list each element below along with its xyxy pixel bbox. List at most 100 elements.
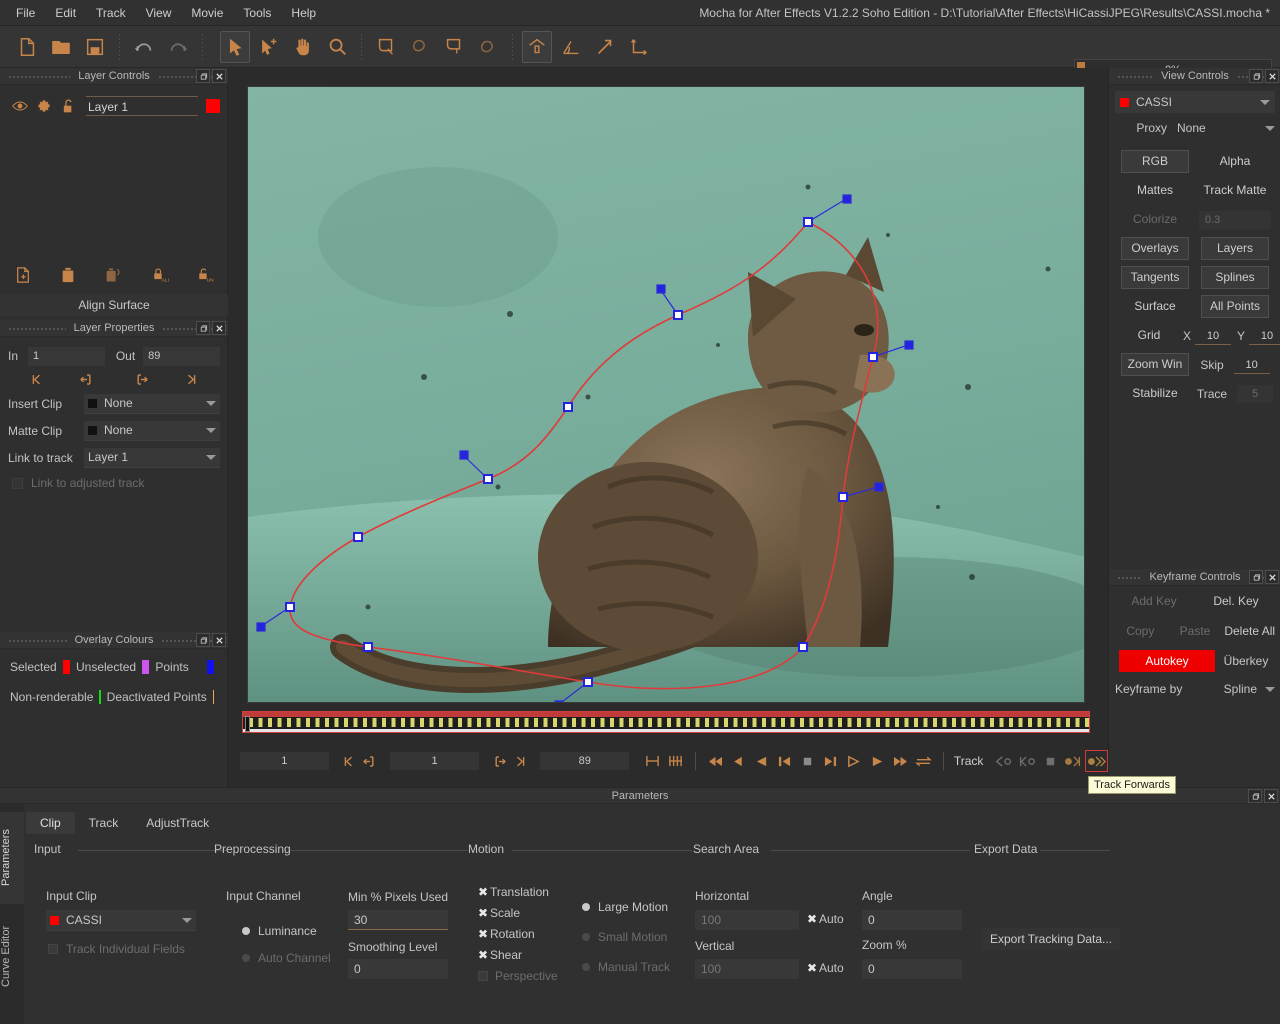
maximize-icon[interactable] (1248, 789, 1262, 803)
tracking-spline[interactable] (289, 220, 879, 690)
add-layer-icon[interactable] (0, 263, 46, 287)
grid-button[interactable]: Grid (1115, 324, 1183, 347)
link-to-adjusted-track-row[interactable]: Link to adjusted track (0, 471, 228, 495)
stop-tracking-icon[interactable] (1039, 750, 1062, 772)
redo-icon[interactable] (163, 31, 193, 63)
scale-check-row[interactable]: ✖ Scale (476, 906, 520, 920)
zoom-tool-icon[interactable] (322, 31, 352, 63)
add-xspline-icon[interactable] (405, 31, 435, 63)
manual-track-radio[interactable] (582, 963, 590, 971)
track-forwards-one-icon[interactable] (1062, 750, 1085, 772)
vtab-curve-editor[interactable]: Curve Editor (0, 908, 24, 1004)
layers-button[interactable]: Layers (1201, 237, 1269, 260)
del-key-button[interactable]: Del. Key (1195, 594, 1277, 608)
menu-edit[interactable]: Edit (45, 0, 86, 26)
small-motion-radio-row[interactable]: Small Motion (582, 930, 667, 944)
track-backwards-one-icon[interactable] (992, 750, 1015, 772)
all-points-button[interactable]: All Points (1201, 295, 1269, 318)
set-in-point-icon[interactable] (62, 368, 114, 390)
play-icon[interactable] (866, 750, 889, 772)
uberkey-button[interactable]: Überkey (1215, 654, 1277, 668)
surface-button[interactable]: Surface (1121, 295, 1189, 318)
loop-icon[interactable] (912, 750, 935, 772)
splines-button[interactable]: Splines (1201, 266, 1269, 289)
colorize-button[interactable]: Colorize (1121, 208, 1189, 231)
close-icon[interactable] (212, 69, 226, 83)
keyframe-by-value[interactable]: Spline (1224, 682, 1257, 696)
tab-track[interactable]: Track (75, 812, 133, 834)
fit-range-icon[interactable] (641, 750, 664, 772)
chevron-down-icon[interactable] (1265, 125, 1275, 131)
luminance-radio[interactable] (242, 927, 250, 935)
overlays-button[interactable]: Overlays (1121, 237, 1189, 260)
in-field[interactable]: 1 (28, 346, 105, 366)
out-frame-field[interactable]: 89 (540, 752, 630, 770)
stop-icon[interactable] (796, 750, 819, 772)
perspective-checkbox[interactable] (478, 971, 488, 981)
add-key-button[interactable]: Add Key (1113, 594, 1195, 608)
view-clip-dropdown[interactable]: CASSI (1115, 91, 1275, 113)
delete-layer-icon[interactable] (46, 263, 92, 287)
maximize-icon[interactable] (1249, 570, 1263, 584)
layer-name-field[interactable]: Layer 1 (86, 96, 198, 116)
timeline-ruler[interactable] (242, 711, 1090, 733)
timeline-playhead[interactable] (245, 716, 250, 732)
set-in-point-icon[interactable] (359, 750, 382, 772)
maximize-icon[interactable] (196, 321, 210, 335)
play-reverse-icon[interactable] (842, 750, 865, 772)
stabilize-button[interactable]: Stabilize (1121, 382, 1189, 405)
vertical-field[interactable]: 100 (695, 959, 799, 979)
spline-overlay[interactable] (248, 87, 1085, 703)
align-surface-axis-icon[interactable] (624, 31, 654, 63)
horizontal-auto-row[interactable]: ✖ Auto (805, 912, 844, 926)
grid-y-field[interactable]: 10 (1249, 327, 1280, 345)
alpha-button[interactable]: Alpha (1201, 150, 1269, 173)
go-to-start-icon[interactable] (704, 750, 727, 772)
small-motion-radio[interactable] (582, 933, 590, 941)
timeline-range-bar[interactable] (243, 712, 1089, 717)
mattes-button[interactable]: Mattes (1121, 179, 1189, 202)
min-pixels-field[interactable]: 30 (348, 910, 448, 930)
perspective-check-row[interactable]: Perspective (476, 969, 558, 983)
skip-field[interactable]: 10 (1233, 356, 1270, 374)
manual-track-radio-row[interactable]: Manual Track (582, 960, 670, 974)
visibility-eye-icon[interactable] (8, 100, 32, 112)
large-motion-radio-row[interactable]: Large Motion (582, 900, 668, 914)
insert-clip-dropdown[interactable]: None (84, 393, 220, 414)
input-clip-dropdown[interactable]: CASSI (46, 910, 196, 931)
set-out-point-icon[interactable] (114, 368, 166, 390)
show-grid-icon[interactable] (556, 31, 586, 63)
save-project-icon[interactable] (80, 31, 110, 63)
luminance-radio-row[interactable]: Luminance (242, 924, 317, 938)
proxy-value[interactable]: None (1177, 121, 1265, 135)
fast-forward-icon[interactable] (889, 750, 912, 772)
lock-open-icon[interactable] (56, 99, 80, 114)
create-xspline-layer-icon[interactable] (371, 31, 401, 63)
close-icon[interactable] (212, 321, 226, 335)
set-out-point-icon[interactable] (487, 750, 510, 772)
lock-all-layers-icon[interactable]: ALL (137, 263, 183, 287)
vertical-auto-row[interactable]: ✖ Auto (805, 961, 844, 975)
close-icon[interactable] (1264, 789, 1278, 803)
layer-colour-swatch[interactable] (206, 99, 220, 113)
autokey-button[interactable]: Autokey (1119, 650, 1215, 672)
open-project-icon[interactable] (46, 31, 76, 63)
export-tracking-data-button[interactable]: Export Tracking Data... (982, 928, 1121, 950)
link-to-adjusted-track-checkbox[interactable] (12, 477, 23, 489)
zoom-win-button[interactable]: Zoom Win (1121, 353, 1189, 376)
fit-all-range-icon[interactable] (664, 750, 687, 772)
delete-all-button[interactable]: Delete All (1222, 624, 1277, 638)
close-icon[interactable] (1265, 570, 1279, 584)
menu-tools[interactable]: Tools (233, 0, 281, 26)
settings-gear-icon[interactable] (32, 99, 56, 113)
step-back-icon[interactable] (750, 750, 773, 772)
shear-check-row[interactable]: ✖ Shear (476, 948, 522, 962)
vtab-parameters[interactable]: Parameters (0, 812, 24, 904)
paste-button[interactable]: Paste (1168, 624, 1223, 638)
unselected-colour-swatch[interactable] (142, 660, 150, 674)
points-colour-swatch[interactable] (206, 660, 214, 674)
go-to-end-icon[interactable] (510, 750, 533, 772)
video-viewport[interactable] (247, 86, 1085, 703)
maximize-icon[interactable] (1249, 69, 1263, 83)
translation-check-row[interactable]: ✖ Translation (476, 885, 549, 899)
